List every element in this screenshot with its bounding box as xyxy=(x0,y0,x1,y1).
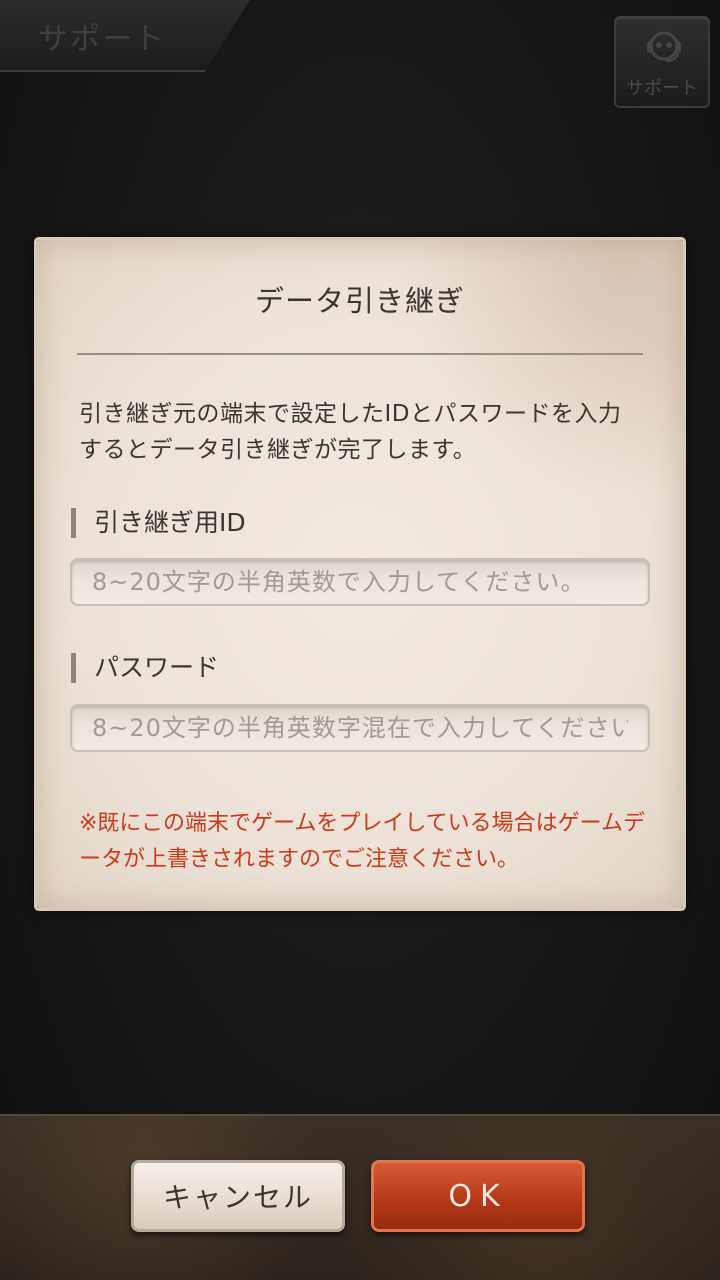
dialog-description: 引き継ぎ元の端末で設定したIDとパスワードを入力するとデータ引き継ぎが完了します… xyxy=(79,401,622,463)
overwrite-warning: ※既にこの端末でゲームをプレイしている場合はゲームデータが上書きされますのでご注… xyxy=(79,811,646,872)
password-label: パスワード xyxy=(71,653,219,683)
dialog-title: データ引き継ぎ xyxy=(254,284,465,318)
password-input[interactable] xyxy=(70,704,650,752)
ok-button[interactable]: OK xyxy=(371,1160,585,1232)
support-button-label: サポート xyxy=(626,78,698,99)
transfer-id-input[interactable] xyxy=(70,558,650,606)
bottom-action-bar: キャンセル OK xyxy=(0,1114,720,1280)
headset-icon xyxy=(647,31,681,63)
data-transfer-dialog: データ引き継ぎ 引き継ぎ元の端末で設定したIDとパスワードを入力するとデータ引き… xyxy=(37,240,683,908)
dialog-divider xyxy=(77,353,643,355)
support-button[interactable]: サポート xyxy=(614,16,710,108)
screen: サポート サポート データ引き継ぎ 引き継ぎ元の端末で設定したIDとパスワードを… xyxy=(0,0,720,1280)
transfer-id-label: 引き継ぎ用ID xyxy=(71,508,246,538)
cancel-button[interactable]: キャンセル xyxy=(131,1160,345,1232)
page-title: サポート xyxy=(38,22,166,57)
